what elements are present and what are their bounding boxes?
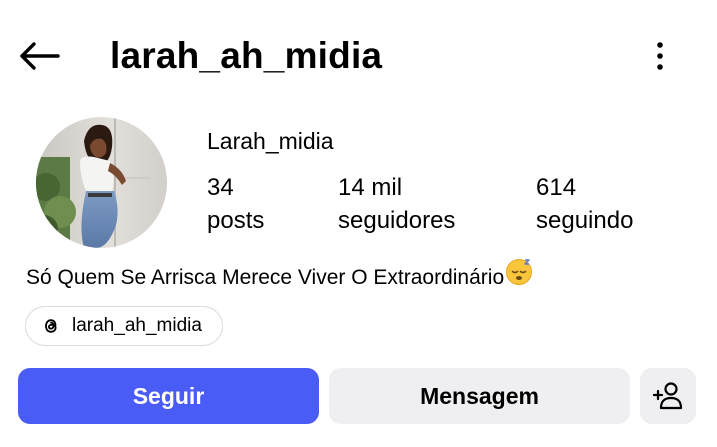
back-arrow-icon — [20, 42, 60, 70]
following-stat[interactable]: 614 seguindo — [536, 172, 633, 238]
message-button[interactable]: Mensagem — [329, 368, 630, 424]
threads-link[interactable]: larah_ah_midia — [25, 306, 223, 346]
threads-icon — [40, 315, 62, 337]
page-title: larah_ah_midia — [110, 35, 383, 76]
more-vertical-icon — [657, 42, 663, 70]
profile-photo — [36, 117, 167, 248]
more-options-button[interactable] — [642, 36, 678, 76]
add-user-icon — [652, 382, 683, 410]
bio: Só Quem Se Arrisca Merece Viver O Extrao… — [26, 258, 533, 297]
sleeping-face-emoji — [505, 258, 533, 297]
avatar[interactable] — [36, 117, 167, 248]
posts-label: posts — [207, 207, 265, 234]
followers-label: seguidores — [338, 207, 456, 234]
posts-count: 34 — [207, 174, 234, 201]
threads-handle: larah_ah_midia — [72, 315, 202, 336]
follow-button[interactable]: Seguir — [18, 368, 319, 424]
following-count: 614 — [536, 174, 577, 201]
bio-text: Só Quem Se Arrisca Merece Viver O Extrao… — [26, 265, 505, 289]
followers-count: 14 mil — [338, 174, 403, 201]
profile-header: larah_ah_midia — [0, 0, 717, 112]
add-user-button[interactable] — [640, 368, 696, 424]
back-button[interactable] — [14, 34, 64, 78]
followers-stat[interactable]: 14 mil seguidores — [338, 172, 455, 238]
following-label: seguindo — [536, 207, 634, 234]
display-name: Larah_midia — [207, 128, 334, 154]
posts-stat[interactable]: 34 posts — [207, 172, 264, 238]
